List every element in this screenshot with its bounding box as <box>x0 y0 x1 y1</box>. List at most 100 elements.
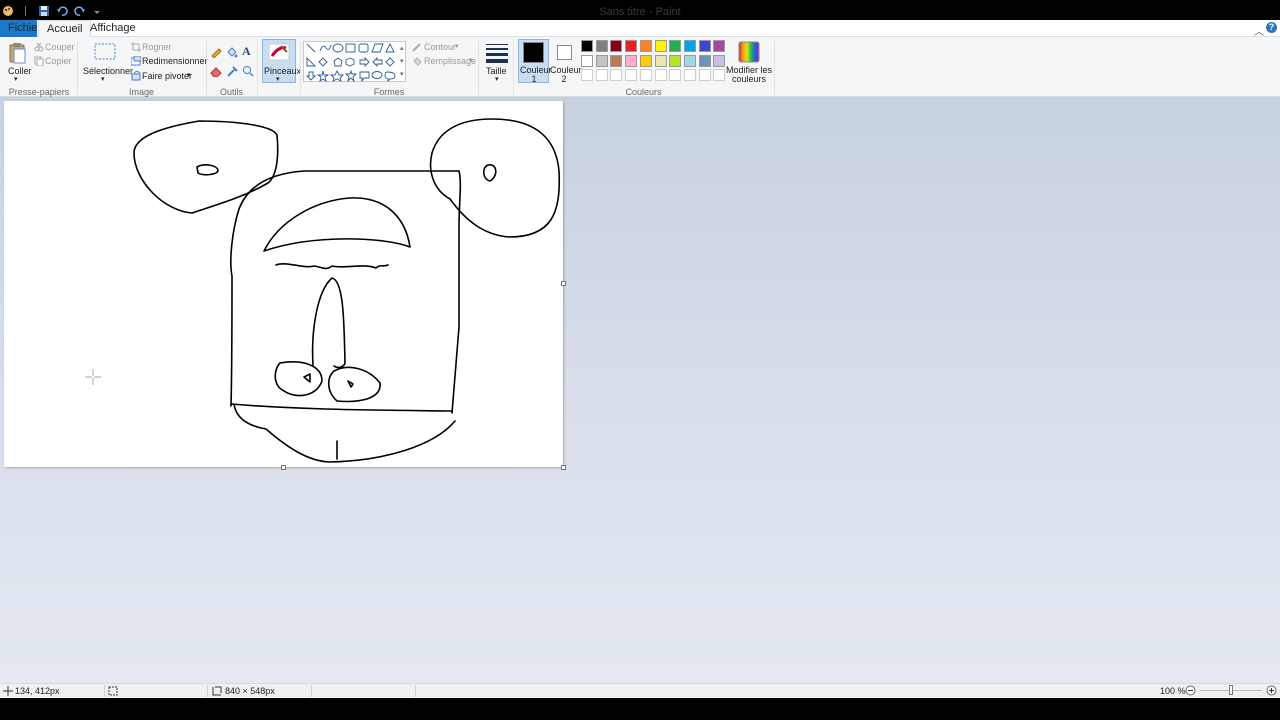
tools-group-label: Outils <box>219 87 243 97</box>
rotate-dropdown-icon[interactable]: ▾ <box>187 71 191 79</box>
collapse-ribbon-icon[interactable]: ︿ <box>1254 23 1264 38</box>
brushes-label: Pinceaux <box>264 66 302 76</box>
palette-custom-slot[interactable] <box>610 69 623 81</box>
palette-swatch[interactable] <box>683 40 696 52</box>
palette-swatch[interactable] <box>669 54 682 67</box>
status-bar: 134, 412px 840 × 548px 100 % <box>0 683 1280 698</box>
shapes-scroll-icon[interactable]: ▴ ▾ ▾ <box>400 42 404 81</box>
outline-icon <box>412 43 421 52</box>
resize-handle-right[interactable] <box>561 281 566 286</box>
crop-button[interactable]: Rogner <box>142 42 172 52</box>
drawing-strokes <box>85 118 561 463</box>
rotate-button[interactable]: Faire pivoter <box>142 71 192 81</box>
workspace <box>0 97 1280 683</box>
paste-button[interactable]: Coller <box>8 66 32 76</box>
cursor-position: 134, 412px <box>15 686 60 696</box>
palette-custom-slot[interactable] <box>581 69 593 81</box>
palette-swatch[interactable] <box>654 54 667 67</box>
palette-swatch[interactable] <box>625 40 638 52</box>
edit-colors-button[interactable]: Modifier les couleurs <box>726 66 772 84</box>
edit-colors-label-line2: couleurs <box>731 74 767 84</box>
tab-file[interactable]: Fichier <box>0 20 41 37</box>
palette-custom-slot[interactable] <box>713 69 726 81</box>
resize-button[interactable]: Redimensionner <box>142 56 208 66</box>
palette-swatch[interactable] <box>639 40 652 52</box>
palette-swatch[interactable] <box>698 54 711 67</box>
fill-icon <box>413 57 422 66</box>
paste-dropdown-icon[interactable]: ▾ <box>14 75 18 83</box>
mask-arc-stroke <box>263 197 411 252</box>
right-nostril-stroke <box>327 366 381 403</box>
palette-swatch[interactable] <box>698 40 711 52</box>
fill-dropdown-icon[interactable]: ▾ <box>469 56 473 64</box>
brow-line-stroke <box>275 263 389 270</box>
palette-swatch[interactable] <box>654 40 667 52</box>
zoom-out-icon[interactable] <box>1185 685 1196 696</box>
status-divider <box>415 685 416 697</box>
palette-swatch[interactable] <box>581 54 593 67</box>
shapes-group-label: Formes <box>373 87 405 97</box>
title-bar: Sans titre - Paint <box>0 0 1280 22</box>
palette-swatch[interactable] <box>683 54 696 67</box>
cut-button[interactable]: Couper <box>45 42 75 52</box>
palette-swatch[interactable] <box>713 40 726 52</box>
tab-view[interactable]: Affichage <box>82 20 144 37</box>
outline-dropdown-icon[interactable]: ▾ <box>455 42 459 50</box>
size-dropdown-icon[interactable]: ▾ <box>495 75 499 83</box>
select-button[interactable]: Sélectionner <box>83 66 133 76</box>
status-divider <box>207 685 208 697</box>
paste-icon[interactable] <box>9 42 27 64</box>
palette-swatch[interactable] <box>713 54 726 67</box>
resize-icon <box>131 56 141 66</box>
palette-swatch[interactable] <box>639 54 652 67</box>
edit-colors-icon <box>738 41 760 63</box>
drawing-canvas[interactable] <box>4 101 566 470</box>
palette-custom-slot[interactable] <box>669 69 682 81</box>
zoom-in-icon[interactable] <box>1266 685 1277 696</box>
color-picker-icon[interactable] <box>226 65 238 77</box>
palette-swatch[interactable] <box>625 54 638 67</box>
text-tool-icon[interactable]: A <box>242 44 251 59</box>
resize-handle-bottom[interactable] <box>281 465 286 470</box>
scissors-icon <box>34 42 44 52</box>
palette-swatch[interactable] <box>610 40 623 52</box>
line-size-icon[interactable] <box>486 43 508 63</box>
brush-icon <box>268 43 290 61</box>
help-icon[interactable]: ? <box>1266 22 1277 33</box>
palette-custom-slot[interactable] <box>683 69 696 81</box>
face-outline-stroke <box>238 170 462 414</box>
face-left-stroke <box>230 208 240 407</box>
ribbon-tab-row: Fichier Accueil Affichage ︿ ? <box>0 20 1280 38</box>
palette-custom-slot[interactable] <box>639 69 652 81</box>
eraser-icon[interactable] <box>210 65 222 77</box>
palette-custom-slot[interactable] <box>625 69 638 81</box>
left-eye-stroke <box>196 164 219 176</box>
jaw-stroke <box>233 403 456 463</box>
color2-swatch[interactable] <box>557 45 572 60</box>
palette-swatch[interactable] <box>595 54 608 67</box>
image-group-label: Image <box>128 87 154 97</box>
outline-button[interactable]: Contour <box>424 42 456 52</box>
right-eye-stroke <box>482 164 497 182</box>
fill-bucket-icon[interactable] <box>226 46 238 58</box>
resize-handle-corner[interactable] <box>561 465 566 470</box>
palette-custom-slot[interactable] <box>595 69 608 81</box>
palette-swatch[interactable] <box>595 40 608 52</box>
window-title: Sans titre - Paint <box>599 6 681 18</box>
left-nostril-stroke <box>274 361 323 397</box>
brushes-dropdown-icon[interactable]: ▾ <box>276 75 280 83</box>
color2-label[interactable]: Couleur 2 <box>550 66 582 84</box>
select-dropdown-icon[interactable]: ▾ <box>101 75 105 83</box>
magnifier-icon[interactable] <box>242 65 254 77</box>
pencil-icon[interactable] <box>210 46 222 58</box>
palette-swatch[interactable] <box>669 40 682 52</box>
copy-button[interactable]: Copier <box>45 56 72 66</box>
palette-custom-slot[interactable] <box>654 69 667 81</box>
color1-swatch <box>523 42 544 63</box>
left-ear-stroke <box>133 120 279 214</box>
zoom-slider-thumb[interactable] <box>1229 685 1233 695</box>
palette-custom-slot[interactable] <box>698 69 711 81</box>
palette-swatch[interactable] <box>581 40 593 52</box>
select-icon[interactable] <box>94 43 116 61</box>
palette-swatch[interactable] <box>610 54 623 67</box>
